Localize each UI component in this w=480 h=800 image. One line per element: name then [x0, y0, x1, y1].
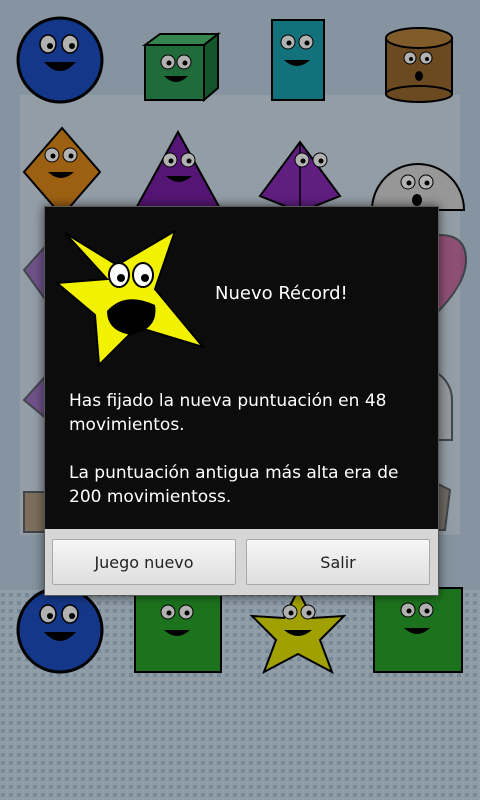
old-score-message: La puntuación antigua más alta era de 20…: [69, 463, 399, 507]
new-record-dialog: Nuevo Récord! Has fijado la nueva puntua…: [44, 206, 439, 596]
star-character-icon: [55, 231, 206, 367]
dialog-header: Nuevo Récord!: [45, 207, 438, 377]
new-game-button[interactable]: Juego nuevo: [52, 539, 236, 585]
dialog-button-bar: Juego nuevo Salir: [45, 529, 438, 595]
exit-button[interactable]: Salir: [246, 539, 430, 585]
dialog-title: Nuevo Récord!: [215, 283, 348, 304]
new-score-message: Has fijado la nueva puntuación en 48 mov…: [69, 391, 387, 435]
